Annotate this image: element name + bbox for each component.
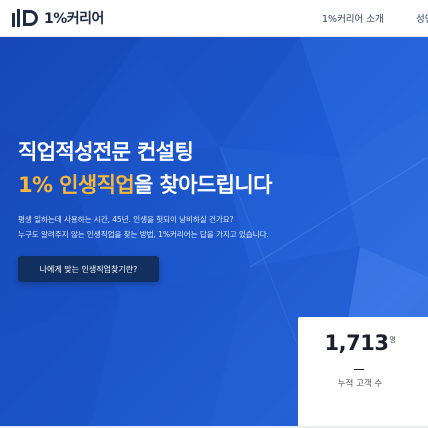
hero-description-line1: 평생 일하는데 사용하는 시간, 45년. 인생을 헛되이 낭비하실 건가요?: [18, 215, 234, 224]
customer-count-number: 1,713: [324, 331, 389, 355]
stat-divider: [354, 369, 364, 370]
nav-item-about[interactable]: 1%커리어 소개: [322, 11, 384, 25]
nav-item-adult[interactable]: 성인: [416, 11, 428, 25]
customer-count-label: 누적 고객 수: [337, 379, 383, 389]
customer-count-card: 1,713명 누적 고객 수: [298, 317, 428, 428]
hero-description-line2: 누구도 알려주지 않는 인생직업을 찾는 방법, 1%커리어는 답을 가지고 있…: [18, 230, 269, 239]
customer-count-unit: 명: [389, 336, 396, 344]
hero-headline-line2: 1% 인생직업을 찾아드립니다: [18, 169, 272, 199]
site-header: 1%커리어 1%커리어 소개 성인: [0, 0, 428, 37]
logo-text: 1%커리어: [44, 11, 104, 27]
find-career-button[interactable]: 나에게 맞는 인생직업찾기란?: [18, 256, 159, 282]
logo[interactable]: 1%커리어: [12, 8, 104, 28]
hero-headline-highlight: 1% 인생직업: [18, 173, 135, 197]
logo-mark-icon: [12, 9, 38, 27]
hero-banner: 직업적성전문 컨설팅 1% 인생직업을 찾아드립니다 평생 일하는데 사용하는 …: [0, 37, 428, 428]
hero-headline-rest: 을 찾아드립니다: [134, 173, 272, 197]
customer-count-value: 1,713명: [298, 331, 422, 355]
hero-headline-line1: 직업적성전문 컨설팅: [18, 140, 194, 164]
